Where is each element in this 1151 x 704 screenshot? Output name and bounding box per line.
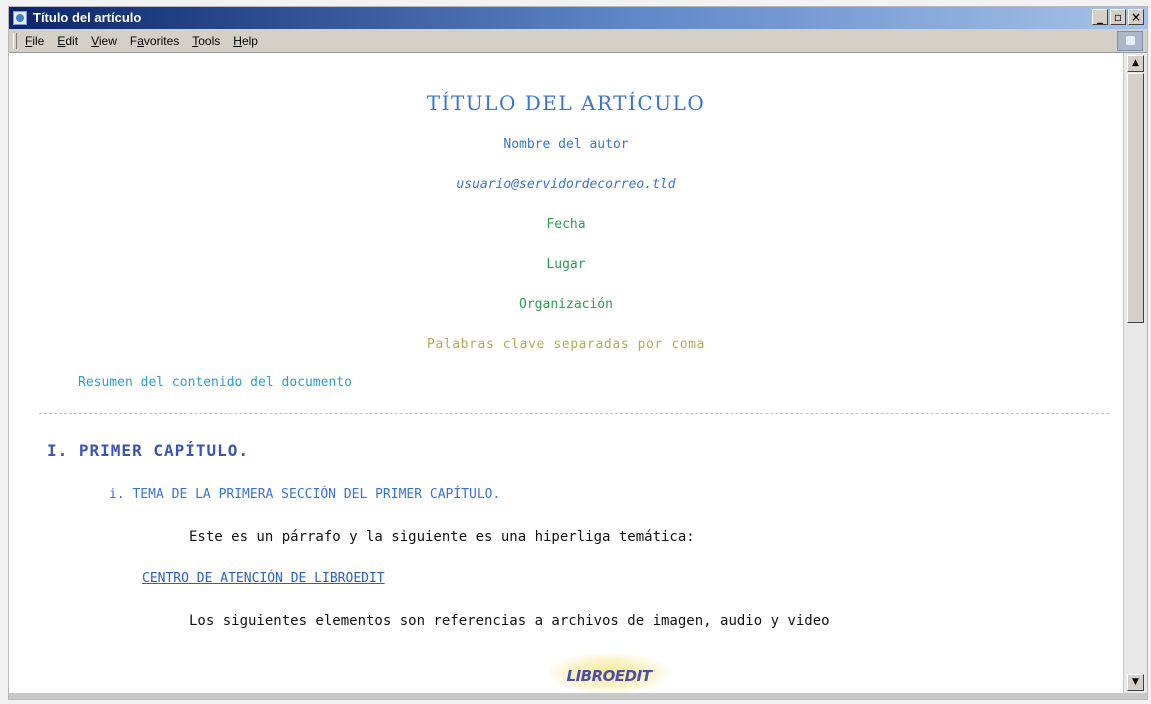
author-email: usuario@servidordecorreo.tld xyxy=(456,177,676,192)
chapter-heading: I. PRIMER CAPÍTULO. xyxy=(47,441,250,460)
divider xyxy=(39,413,1109,414)
libroedit-logo-text: LIBROEDIT xyxy=(566,667,652,685)
menu-bar: File Edit View Favorites Tools Help xyxy=(9,29,1147,53)
arrow-up-icon[interactable]: ▲ xyxy=(1127,55,1144,72)
minimize-button[interactable]: _ xyxy=(1092,9,1108,25)
menu-edit[interactable]: Edit xyxy=(57,34,78,48)
author-name: Nombre del autor xyxy=(503,137,629,152)
document-keywords: Palabras clave separadas por coma xyxy=(426,337,706,352)
menu-favorites[interactable]: Favorites xyxy=(130,34,179,48)
menu-help[interactable]: Help xyxy=(233,34,258,48)
paragraph-1: Este es un párrafo y la siguiente es una… xyxy=(189,529,695,545)
libroedit-logo: LIBROEDIT xyxy=(549,653,669,693)
document-organization: Organización xyxy=(519,297,613,312)
section-heading: i. TEMA DE LA PRIMERA SECCIÓN DEL PRIMER… xyxy=(109,487,501,502)
menu-tools[interactable]: Tools xyxy=(192,34,220,48)
status-bar xyxy=(9,693,1147,699)
paragraph-2: Los siguientes elementos son referencias… xyxy=(189,613,830,629)
document-abstract: Resumen del contenido del documento xyxy=(78,375,352,390)
document-date: Fecha xyxy=(546,217,586,232)
menu-view[interactable]: View xyxy=(91,34,117,48)
menu-grip[interactable] xyxy=(13,33,17,49)
arrow-down-icon[interactable]: ▼ xyxy=(1127,674,1144,691)
close-button[interactable]: × xyxy=(1128,9,1144,25)
page-content: TÍTULO DEL ARTÍCULO Nombre del autor usu… xyxy=(9,53,1123,695)
browser-window: Título del artículo _ ▫ × File Edit View… xyxy=(8,6,1148,700)
libroedit-link[interactable]: CENTRO DE ATENCIÓN DE LIBROEDIT xyxy=(142,571,385,586)
menu-file[interactable]: File xyxy=(25,34,44,48)
windows-logo-icon xyxy=(1117,31,1143,51)
vertical-scrollbar[interactable]: ▲ ▼ xyxy=(1123,53,1147,693)
document-place: Lugar xyxy=(546,257,586,272)
maximize-button[interactable]: ▫ xyxy=(1110,9,1126,25)
title-bar: Título del artículo _ ▫ × xyxy=(9,7,1147,29)
ie-document-icon xyxy=(13,11,27,25)
window-title: Título del artículo xyxy=(33,10,142,25)
document-title: TÍTULO DEL ARTÍCULO xyxy=(426,91,706,115)
window-controls: _ ▫ × xyxy=(1092,9,1144,25)
scrollbar-thumb[interactable] xyxy=(1127,73,1144,323)
